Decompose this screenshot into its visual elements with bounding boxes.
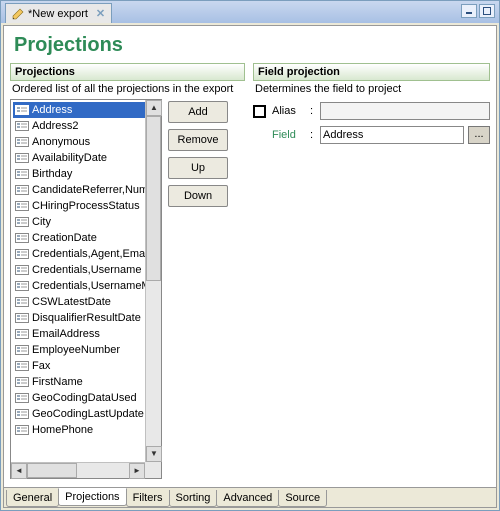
list-item[interactable]: GeoCodingDataUsed xyxy=(13,390,159,406)
list-item[interactable]: DisqualifierResultDate xyxy=(13,310,159,326)
alias-label: Alias xyxy=(272,105,306,117)
scroll-left-button[interactable]: ◄ xyxy=(11,463,27,479)
list-item-label: DisqualifierResultDate xyxy=(32,312,141,324)
list-item-label: Fax xyxy=(32,360,50,372)
window-controls xyxy=(461,4,495,18)
tab-source[interactable]: Source xyxy=(278,490,327,507)
list-item[interactable]: Birthday xyxy=(13,166,159,182)
field-projection-header: Field projection xyxy=(253,63,490,81)
tab-general[interactable]: General xyxy=(6,490,59,507)
vertical-scroll-thumb[interactable] xyxy=(146,116,161,281)
file-tab-title: *New export xyxy=(28,8,88,20)
horizontal-scrollbar[interactable]: ◄ ► xyxy=(11,462,145,478)
app-window: *New export ✕ Projections Projections Or… xyxy=(0,0,500,511)
pencil-icon xyxy=(12,8,24,20)
titlebar: *New export ✕ xyxy=(1,1,499,23)
list-item[interactable]: Anonymous xyxy=(13,134,159,150)
list-item-label: Credentials,Agent,Email xyxy=(32,248,150,260)
list-item[interactable]: FirstName xyxy=(13,374,159,390)
close-tab-icon[interactable]: ✕ xyxy=(96,7,105,20)
list-item-label: EmployeeNumber xyxy=(32,344,120,356)
list-item-label: Address2 xyxy=(32,120,78,132)
browse-button[interactable]: ... xyxy=(468,126,490,144)
list-item-label: City xyxy=(32,216,51,228)
field-projection-panel: Field projection Determines the field to… xyxy=(253,63,490,483)
list-item-label: CSWLatestDate xyxy=(32,296,111,308)
list-item[interactable]: CHiringProcessStatus xyxy=(13,198,159,214)
scroll-right-button[interactable]: ► xyxy=(129,463,145,479)
remove-button[interactable]: Remove xyxy=(168,129,228,151)
scroll-down-button[interactable]: ▼ xyxy=(146,446,162,462)
list-item-label: GeoCodingDataUsed xyxy=(32,392,137,404)
list-item[interactable]: Credentials,UsernameM xyxy=(13,278,159,294)
list-item-label: AvailabilityDate xyxy=(32,152,107,164)
list-item[interactable]: CreationDate xyxy=(13,230,159,246)
list-item-label: Credentials,Username xyxy=(32,264,141,276)
field-input[interactable]: Address xyxy=(320,126,464,144)
add-button[interactable]: Add xyxy=(168,101,228,123)
field-row: Field : Address ... xyxy=(253,123,490,147)
down-button[interactable]: Down xyxy=(168,185,228,207)
content-area: Projections Projections Ordered list of … xyxy=(3,25,497,508)
main-columns: Projections Ordered list of all the proj… xyxy=(4,63,496,487)
list-item[interactable]: EmailAddress xyxy=(13,326,159,342)
page-title: Projections xyxy=(4,26,496,63)
list-item-label: HomePhone xyxy=(32,424,93,436)
alias-row: Alias : xyxy=(253,99,490,123)
tab-advanced[interactable]: Advanced xyxy=(216,490,279,507)
projections-listbox[interactable]: Address Address2 Anonymous AvailabilityDate… xyxy=(10,99,162,479)
list-item-label: Birthday xyxy=(32,168,72,180)
list-item-label: Credentials,UsernameM xyxy=(32,280,151,292)
list-item-label: Address xyxy=(32,104,72,116)
list-item[interactable]: Address2 xyxy=(13,118,159,134)
tab-filters[interactable]: Filters xyxy=(126,490,170,507)
vertical-scrollbar[interactable]: ▲ ▼ xyxy=(145,100,161,462)
tab-sorting[interactable]: Sorting xyxy=(169,490,218,507)
list-item[interactable]: City xyxy=(13,214,159,230)
list-item-label: GeoCodingLastUpdate xyxy=(32,408,144,420)
list-item-label: Anonymous xyxy=(32,136,90,148)
list-item-label: CandidateReferrer,Number xyxy=(32,184,159,196)
list-item-label: EmailAddress xyxy=(32,328,100,340)
list-item-label: CreationDate xyxy=(32,232,97,244)
scroll-up-button[interactable]: ▲ xyxy=(146,100,162,116)
list-item[interactable]: HomePhone xyxy=(13,422,159,438)
tab-projections[interactable]: Projections xyxy=(58,488,126,506)
alias-input[interactable] xyxy=(320,102,490,120)
scroll-corner xyxy=(145,462,161,478)
list-item[interactable]: Address xyxy=(13,102,159,118)
file-tab[interactable]: *New export ✕ xyxy=(5,3,112,23)
projections-panel: Projections Ordered list of all the proj… xyxy=(10,63,245,483)
list-item-label: FirstName xyxy=(32,376,83,388)
list-item[interactable]: CandidateReferrer,Number xyxy=(13,182,159,198)
list-item[interactable]: Credentials,Agent,Email xyxy=(13,246,159,262)
list-item[interactable]: GeoCodingLastUpdate xyxy=(13,406,159,422)
list-item[interactable]: Fax xyxy=(13,358,159,374)
maximize-button[interactable] xyxy=(479,4,495,18)
list-item[interactable]: CSWLatestDate xyxy=(13,294,159,310)
list-item[interactable]: AvailabilityDate xyxy=(13,150,159,166)
list-item-label: CHiringProcessStatus xyxy=(32,200,140,212)
bottom-tabs: GeneralProjectionsFiltersSortingAdvanced… xyxy=(4,487,496,507)
projections-description: Ordered list of all the projections in t… xyxy=(10,81,245,99)
horizontal-scroll-thumb[interactable] xyxy=(27,463,77,478)
field-label: Field xyxy=(272,129,306,141)
list-item[interactable]: EmployeeNumber xyxy=(13,342,159,358)
alias-checkbox[interactable] xyxy=(253,105,266,118)
up-button[interactable]: Up xyxy=(168,157,228,179)
field-projection-description: Determines the field to project xyxy=(253,81,490,99)
list-item[interactable]: Credentials,Username xyxy=(13,262,159,278)
projections-header: Projections xyxy=(10,63,245,81)
minimize-button[interactable] xyxy=(461,4,477,18)
list-buttons: Add Remove Up Down xyxy=(168,99,228,483)
